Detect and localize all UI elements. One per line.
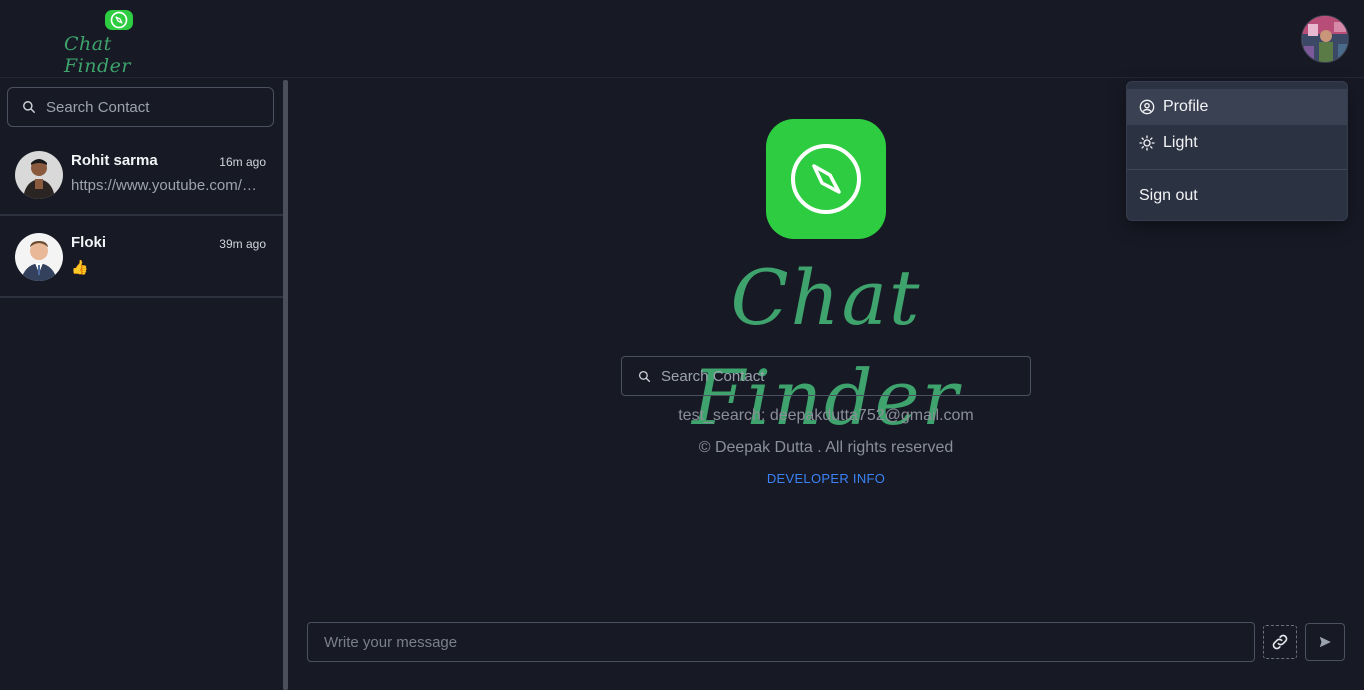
- user-avatar[interactable]: [1301, 15, 1349, 63]
- app-root: Chat Finder Search Contact Rohit sarma 1…: [0, 0, 1364, 690]
- contact-time: 39m ago: [219, 237, 266, 251]
- menu-item-theme[interactable]: Light: [1127, 125, 1347, 161]
- menu-divider: [1127, 169, 1347, 170]
- copyright-text: © Deepak Dutta . All rights reserved: [698, 439, 954, 456]
- menu-item-profile[interactable]: Profile: [1127, 89, 1347, 125]
- profile-menu: Profile Light Sign out: [1126, 81, 1348, 221]
- sidebar-search-input[interactable]: [46, 98, 246, 116]
- link-icon: [1272, 634, 1288, 650]
- search-icon: [638, 370, 651, 382]
- contact-item-floki[interactable]: Floki 39m ago 👍: [0, 216, 283, 298]
- contact-name: Rohit sarma: [71, 152, 158, 169]
- menu-item-label: Light: [1163, 134, 1198, 151]
- message-composer[interactable]: [307, 622, 1255, 662]
- top-bar: Chat Finder: [0, 0, 1364, 78]
- contact-item-rohit[interactable]: Rohit sarma 16m ago https://www.youtube.…: [0, 134, 283, 216]
- contact-name: Floki: [71, 234, 107, 251]
- search-icon: [23, 101, 35, 113]
- compass-icon: [766, 119, 886, 239]
- contact-avatar: [15, 233, 63, 281]
- contact-last-message: 👍: [71, 259, 89, 275]
- send-button[interactable]: [1305, 623, 1345, 661]
- contacts-sidebar: Rohit sarma 16m ago https://www.youtube.…: [0, 78, 283, 690]
- menu-item-sign-out[interactable]: Sign out: [1127, 178, 1347, 214]
- contact-time: 16m ago: [219, 155, 266, 169]
- brand-logo[interactable]: Chat Finder: [64, 10, 174, 77]
- sidebar-search[interactable]: [7, 87, 274, 127]
- sidebar-scrollbar[interactable]: [283, 80, 288, 690]
- contact-avatar: [15, 151, 63, 199]
- menu-item-label: Sign out: [1139, 187, 1198, 204]
- compass-icon: [105, 10, 133, 30]
- menu-item-label: Profile: [1163, 98, 1209, 115]
- message-input[interactable]: [324, 633, 1224, 651]
- sun-icon: [1139, 135, 1155, 151]
- attach-button[interactable]: [1263, 625, 1297, 659]
- test-search-hint: test_search: deepakdutta752@gmail.com: [678, 407, 974, 424]
- main-search-input[interactable]: [661, 367, 1001, 385]
- send-icon: [1319, 636, 1331, 648]
- user-circle-icon: [1139, 99, 1155, 115]
- contact-last-message: https://www.youtube.com/watch: [71, 177, 261, 194]
- main-search[interactable]: [621, 356, 1031, 396]
- developer-info-link[interactable]: DEVELOPER INFO: [600, 471, 1052, 486]
- brand-name: Chat Finder: [64, 33, 131, 77]
